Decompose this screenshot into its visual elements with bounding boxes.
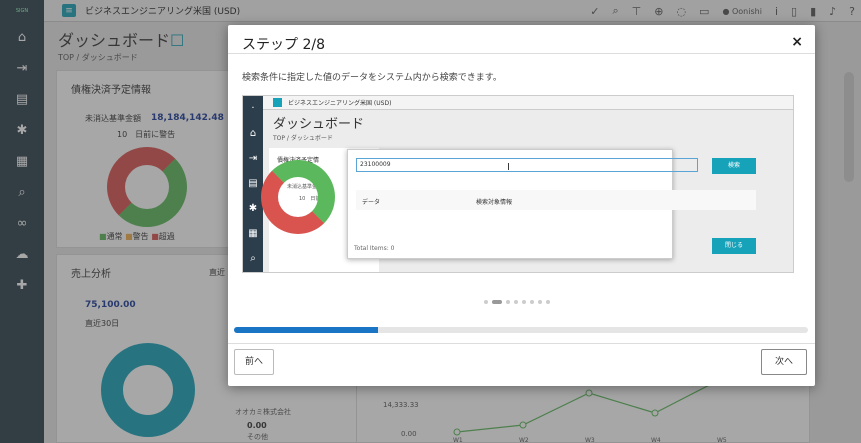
shot-logo-icon: · <box>251 103 255 114</box>
shot-breadcrumb: TOP / ダッシュボード <box>273 135 333 142</box>
text-cursor-icon: I <box>507 162 510 173</box>
close-icon[interactable]: × <box>791 34 803 50</box>
modal-description: 検索条件に指定した値のデータをシステム内から検索できます。 <box>242 73 502 83</box>
shot-page-title: ダッシュボード <box>273 117 365 132</box>
shot-menu-icon <box>273 98 282 107</box>
shot-donut <box>261 160 335 234</box>
shot-search-input: 23100009 <box>356 158 698 172</box>
shot-search-button: 検索 <box>712 158 756 174</box>
step-dots <box>484 300 550 304</box>
step-dot[interactable] <box>530 300 534 304</box>
shot-result-header: データ 検索対象情報 <box>356 190 756 210</box>
shot-gear-icon: ✱ <box>248 203 258 214</box>
step-dot[interactable] <box>492 300 502 304</box>
shot-search-dialog: 23100009 検索 データ 検索対象情報 Total Items: 0 閉じ… <box>347 149 756 259</box>
shot-company: ビジネスエンジニアリング米国 (USD) <box>288 100 392 107</box>
shot-topbar: ビジネスエンジニアリング米国 (USD) <box>263 96 793 110</box>
next-button[interactable]: 次へ <box>761 349 807 375</box>
progress-bar <box>234 327 808 333</box>
step-dot[interactable] <box>506 300 510 304</box>
modal-title: ステップ 2/8 <box>242 37 325 53</box>
step-dot[interactable] <box>484 300 488 304</box>
shot-sidebar: · ⌂ ⇥ ▤ ✱ ▦ ⌕ <box>243 96 263 272</box>
shot-search-icon: ⌕ <box>250 253 256 264</box>
shot-calendar-icon: ▦ <box>248 228 258 239</box>
step-dot[interactable] <box>538 300 542 304</box>
modal-divider <box>228 53 815 54</box>
tour-screenshot: · ⌂ ⇥ ▤ ✱ ▦ ⌕ ビジネスエンジニアリング米国 (USD) ダッシュボ… <box>242 95 794 273</box>
shot-close-button: 閉じる <box>712 238 756 254</box>
modal-footer-divider <box>228 343 815 344</box>
progress-fill <box>234 327 378 333</box>
prev-button[interactable]: 前へ <box>234 349 274 375</box>
shot-total: Total Items: 0 <box>354 245 395 252</box>
tour-modal: ステップ 2/8 × 検索条件に指定した値のデータをシステム内から検索できます。… <box>228 25 815 386</box>
shot-login-icon: ⇥ <box>248 153 258 164</box>
step-dot[interactable] <box>522 300 526 304</box>
step-dot[interactable] <box>514 300 518 304</box>
shot-col-data: データ <box>362 199 381 206</box>
step-dot[interactable] <box>546 300 550 304</box>
shot-col-info: 検索対象情報 <box>476 199 513 206</box>
shot-home-icon: ⌂ <box>249 128 257 139</box>
shot-document-icon: ▤ <box>248 178 258 189</box>
